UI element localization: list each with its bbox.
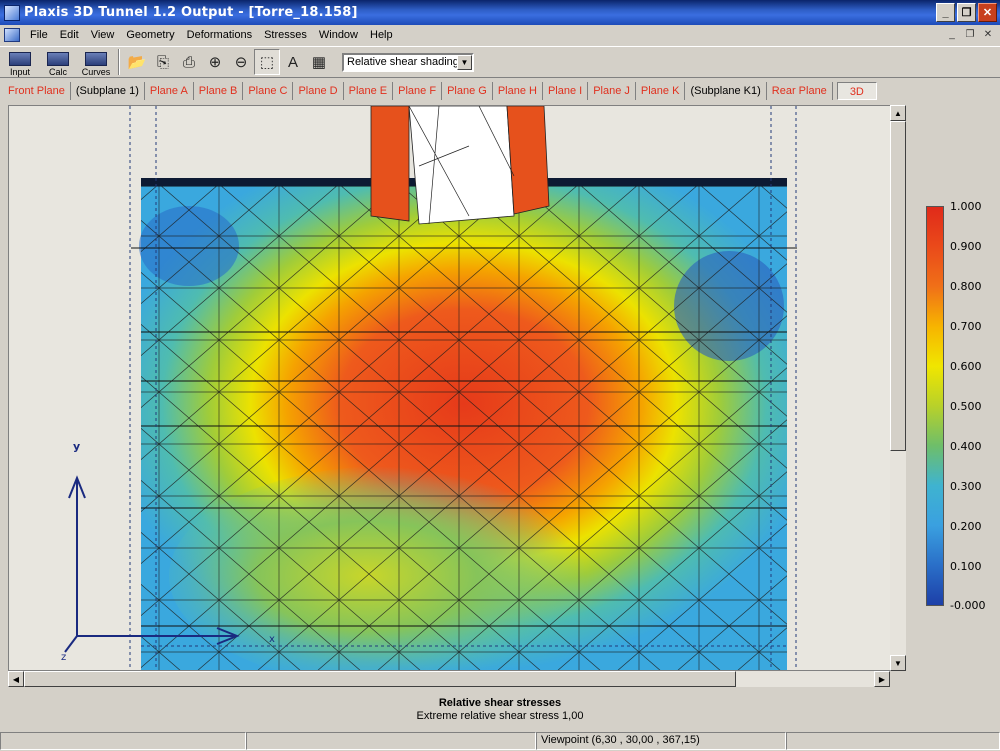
status-pane (786, 732, 1000, 750)
x-axis-label: x (269, 634, 275, 645)
menu-deformations[interactable]: Deformations (181, 29, 258, 41)
vertical-scrollbar[interactable]: ▲ ▼ (890, 105, 906, 671)
tab-subplane-k1[interactable]: (Subplane K1) (685, 81, 767, 100)
foundation-left-wall (370, 106, 410, 222)
title-bar: Plaxis 3D Tunnel 1.2 Output - [Torre_18.… (0, 0, 1000, 25)
open-folder-icon[interactable]: 📂 (124, 49, 150, 75)
legend-label: 0.900 (950, 240, 982, 253)
chevron-down-icon[interactable]: ▼ (457, 54, 472, 70)
menu-edit[interactable]: Edit (54, 29, 85, 41)
tab-plane-b[interactable]: Plane B (194, 81, 244, 100)
menu-stresses[interactable]: Stresses (258, 29, 313, 41)
legend-label: 0.500 (950, 400, 982, 413)
tab-plane-k[interactable]: Plane K (636, 81, 686, 100)
foundation-right-wall (506, 106, 550, 215)
copy-icon[interactable]: ⎘ (150, 49, 176, 75)
selection-icon[interactable]: ⬚ (254, 49, 280, 75)
result-type-value: Relative shear shadings (347, 56, 465, 68)
input-icon (9, 52, 31, 66)
menu-file[interactable]: File (24, 29, 54, 41)
tab-subplane-1[interactable]: (Subplane 1) (71, 81, 145, 100)
document-icon[interactable] (4, 28, 20, 42)
scroll-up-button[interactable]: ▲ (890, 105, 906, 121)
window-title: Plaxis 3D Tunnel 1.2 Output - [Torre_18.… (24, 5, 358, 20)
table-icon[interactable]: ▦ (306, 49, 332, 75)
input-label: Input (9, 67, 31, 77)
menu-bar: File Edit View Geometry Deformations Str… (0, 25, 1000, 45)
legend-label: 0.200 (950, 520, 982, 533)
legend-label: 0.100 (950, 560, 982, 573)
legend-label: 0.700 (950, 320, 982, 333)
window-controls: _ ❐ ✕ (936, 3, 997, 22)
status-pane (246, 732, 536, 750)
zoom-in-icon[interactable]: ⊕ (202, 49, 228, 75)
color-legend: 1.000 0.900 0.800 0.700 0.600 0.500 0.40… (926, 200, 996, 612)
status-bar: Viewpoint (6,30 , 30,00 , 367,15) (0, 732, 1000, 751)
mdi-minimize-button[interactable]: _ (944, 27, 960, 41)
menu-geometry[interactable]: Geometry (120, 29, 180, 41)
plot-caption: Relative shear stresses Extreme relative… (0, 693, 1000, 729)
model-viewport[interactable]: y x z (8, 105, 906, 671)
y-axis-label: y (73, 440, 80, 453)
calc-label: Calc (48, 67, 67, 77)
viewpoint-readout: Viewpoint (6,30 , 30,00 , 367,15) (536, 732, 786, 750)
menu-view[interactable]: View (85, 29, 121, 41)
minimize-button[interactable]: _ (936, 3, 955, 22)
tab-plane-i[interactable]: Plane I (543, 81, 589, 100)
close-button[interactable]: ✕ (978, 3, 997, 22)
legend-label: 0.800 (950, 280, 982, 293)
shear-shading-plot[interactable]: y x z (9, 106, 906, 671)
mdi-restore-button[interactable]: ❐ (962, 27, 978, 41)
menu-help[interactable]: Help (364, 29, 399, 41)
menu-window[interactable]: Window (313, 29, 364, 41)
zoom-out-icon[interactable]: ⊖ (228, 49, 254, 75)
tab-plane-d[interactable]: Plane D (293, 81, 344, 100)
toolbar-separator (118, 49, 120, 75)
tab-plane-c[interactable]: Plane C (243, 81, 294, 100)
scroll-left-button[interactable]: ◀ (8, 671, 24, 687)
tab-3d[interactable]: 3D (836, 81, 877, 100)
input-button[interactable]: Input (2, 47, 38, 77)
legend-label: 1.000 (950, 200, 982, 213)
legend-label: 0.300 (950, 480, 982, 493)
calc-icon (47, 52, 69, 66)
tab-plane-a[interactable]: Plane A (145, 81, 194, 100)
status-pane (0, 732, 246, 750)
tab-front-plane[interactable]: Front Plane (3, 81, 71, 100)
toolbar: Input Calc Curves 📂 ⎘ ⎙ ⊕ ⊖ ⬚ A ▦ Relati… (0, 46, 1000, 78)
mdi-controls: _ ❐ ✕ (944, 27, 996, 41)
app-icon (4, 4, 20, 21)
legend-color-bar (926, 206, 944, 606)
curves-icon (85, 52, 107, 66)
scroll-right-button[interactable]: ▶ (874, 671, 890, 687)
foundation-interior (408, 106, 515, 225)
vertical-scroll-thumb[interactable] (890, 121, 906, 451)
tab-plane-h[interactable]: Plane H (493, 81, 543, 100)
maximize-button[interactable]: ❐ (957, 3, 976, 22)
tab-plane-f[interactable]: Plane F (393, 81, 443, 100)
label-icon[interactable]: A (280, 49, 306, 75)
calc-button[interactable]: Calc (40, 47, 76, 77)
legend-label: 0.400 (950, 440, 982, 453)
mdi-close-button[interactable]: ✕ (980, 27, 996, 41)
caption-subtitle: Extreme relative shear stress 1,00 (416, 710, 584, 722)
curves-label: Curves (81, 67, 111, 77)
tab-rear-plane[interactable]: Rear Plane (767, 81, 833, 100)
curves-button[interactable]: Curves (78, 47, 114, 77)
horizontal-scroll-thumb[interactable] (24, 671, 736, 687)
tab-plane-j[interactable]: Plane J (588, 81, 636, 100)
horizontal-scrollbar[interactable]: ◀ ▶ (8, 671, 890, 687)
tab-plane-e[interactable]: Plane E (344, 81, 394, 100)
tab-plane-g[interactable]: Plane G (442, 81, 493, 100)
scroll-down-button[interactable]: ▼ (890, 655, 906, 671)
z-axis-label: z (61, 652, 66, 663)
legend-label: 0.600 (950, 360, 982, 373)
legend-label: -0.000 (950, 599, 986, 612)
result-type-select[interactable]: Relative shear shadings ▼ (342, 52, 474, 72)
caption-title: Relative shear stresses (438, 697, 562, 709)
print-icon[interactable]: ⎙ (176, 49, 202, 75)
plane-tabs: Front Plane (Subplane 1) Plane A Plane B… (0, 80, 877, 101)
finite-element-mesh (141, 184, 787, 670)
